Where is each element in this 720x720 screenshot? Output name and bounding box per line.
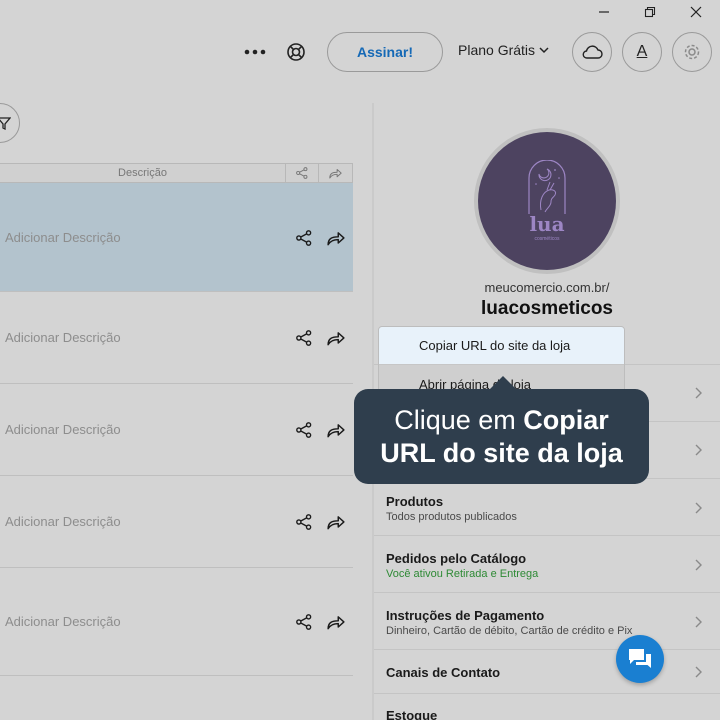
chevron-right-icon (695, 616, 702, 628)
forward-icon[interactable] (327, 331, 345, 346)
chevron-right-icon (695, 387, 702, 399)
row-descricao[interactable]: Adicionar Descrição (5, 614, 121, 629)
share-icon[interactable] (296, 422, 312, 438)
more-button[interactable] (240, 40, 270, 64)
minimize-icon (599, 11, 609, 13)
cloud-sync-button[interactable] (572, 32, 612, 72)
column-header-descricao[interactable]: Descrição (0, 164, 286, 182)
tooltip-text-bold: Copiar (523, 405, 609, 435)
filter-button[interactable] (0, 103, 20, 143)
column-header-forward[interactable] (319, 164, 352, 182)
more-icon (244, 49, 266, 55)
chevron-right-icon (695, 559, 702, 571)
share-icon (296, 167, 308, 179)
chevron-right-icon (695, 502, 702, 514)
gear-icon (684, 44, 700, 60)
table-row[interactable]: Adicionar Descrição (0, 384, 353, 476)
window-restore-button[interactable] (630, 0, 670, 24)
menu-row-pagamento[interactable]: Instruções de Pagamento Dinheiro, Cartão… (374, 592, 720, 649)
row-descricao[interactable]: Adicionar Descrição (5, 230, 121, 245)
share-icon[interactable] (296, 614, 312, 630)
share-icon[interactable] (296, 330, 312, 346)
account-button[interactable]: A (622, 32, 662, 72)
column-header-share[interactable] (286, 164, 319, 182)
menu-subtitle: Todos produtos publicados (386, 511, 517, 523)
table-row[interactable]: Adicionar Descrição (0, 568, 353, 676)
assinar-button[interactable]: Assinar! (327, 32, 443, 72)
plano-dropdown[interactable]: Plano Grátis (458, 42, 549, 58)
chevron-right-icon (695, 444, 702, 456)
table-row[interactable]: Adicionar Descrição (0, 476, 353, 568)
filter-icon (0, 117, 11, 130)
close-icon (690, 6, 702, 18)
menu-title: Produtos (386, 494, 444, 509)
chat-button[interactable] (616, 635, 664, 683)
tooltip-line-2: URL do site da loja (354, 437, 649, 470)
help-icon (287, 43, 305, 61)
chat-icon (629, 649, 651, 668)
tooltip-text-plain: Clique em (394, 405, 524, 435)
logo-subtext: cosméticos (534, 236, 560, 242)
chevron-down-icon (539, 47, 549, 54)
logo-text: lua (529, 212, 565, 236)
copy-store-url-option[interactable]: Copiar URL do site da loja (379, 327, 624, 365)
menu-subtitle: Dinheiro, Cartão de débito, Cartão de cr… (386, 625, 633, 637)
table-row[interactable]: Adicionar Descrição (0, 292, 353, 384)
window-minimize-button[interactable] (584, 0, 624, 24)
forward-icon[interactable] (327, 231, 345, 246)
store-logo-image: lua cosméticos (478, 132, 616, 270)
chevron-right-icon (695, 666, 702, 678)
window-close-button[interactable] (676, 0, 716, 24)
store-domain: meucomercio.com.br/ (484, 280, 610, 295)
menu-subtitle: Você ativou Retirada e Entrega (386, 568, 539, 580)
row-descricao[interactable]: Adicionar Descrição (5, 514, 121, 529)
row-descricao[interactable]: Adicionar Descrição (5, 330, 121, 345)
menu-row-contato[interactable]: Canais de Contato (374, 649, 720, 693)
table-row[interactable]: Adicionar Descrição (0, 183, 353, 292)
menu-row-estoque[interactable]: Estoque (374, 693, 720, 720)
plano-label: Plano Grátis (458, 42, 536, 58)
row-descricao[interactable]: Adicionar Descrição (5, 422, 121, 437)
table-header: Descrição (0, 163, 353, 183)
instruction-tooltip: Clique em Copiar URL do site da loja (354, 389, 649, 484)
store-name[interactable]: luacosmeticos (374, 298, 720, 320)
menu-row-produtos[interactable]: Produtos Todos produtos publicados (374, 478, 720, 535)
help-button[interactable] (284, 40, 308, 64)
share-icon[interactable] (296, 514, 312, 530)
tooltip-arrow (489, 376, 517, 390)
account-initial: A (636, 43, 648, 60)
forward-icon (329, 168, 342, 178)
settings-button[interactable] (672, 32, 712, 72)
tooltip-text-bold-2: URL do site da loja (380, 438, 623, 468)
logo-moon-hand-icon (528, 160, 566, 214)
share-icon[interactable] (296, 230, 312, 246)
menu-title: Pedidos pelo Catálogo (386, 551, 527, 566)
menu-row-pedidos[interactable]: Pedidos pelo Catálogo Você ativou Retira… (374, 535, 720, 592)
restore-icon (644, 6, 656, 18)
menu-title: Estoque (386, 708, 438, 720)
forward-icon[interactable] (327, 515, 345, 530)
store-logo[interactable]: lua cosméticos (474, 128, 620, 274)
cloud-icon (582, 45, 603, 59)
forward-icon[interactable] (327, 615, 345, 630)
menu-title: Canais de Contato (386, 665, 501, 680)
menu-title: Instruções de Pagamento (386, 608, 545, 623)
forward-icon[interactable] (327, 423, 345, 438)
tooltip-line-1: Clique em Copiar (354, 404, 649, 437)
